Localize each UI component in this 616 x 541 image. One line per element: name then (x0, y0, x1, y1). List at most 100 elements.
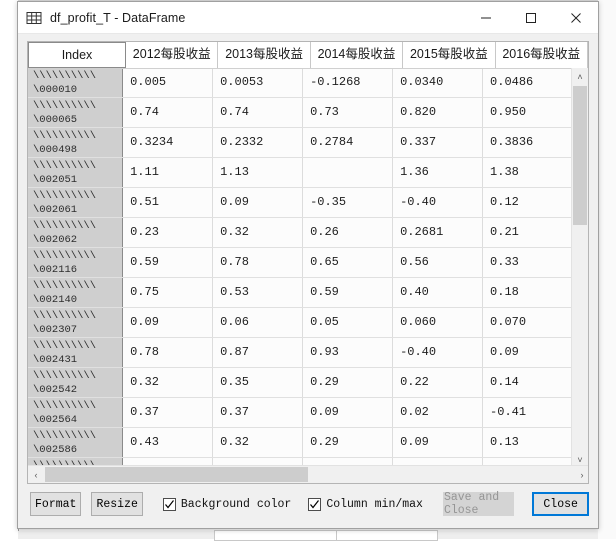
cell-r7-c2[interactable]: 0.59 (303, 278, 394, 307)
cell-r2-c1[interactable]: 0.2332 (213, 128, 304, 157)
cell-r4-c0[interactable]: 0.51 (123, 188, 214, 217)
cell-r9-c2[interactable]: 0.93 (303, 338, 394, 367)
row-index-cell[interactable]: \\\\\\\\\\ \002116 (28, 248, 124, 277)
vertical-scrollbar-thumb[interactable] (573, 86, 587, 225)
cell-r1-c2[interactable]: 0.73 (303, 98, 394, 127)
cell-r6-c1[interactable]: 0.78 (213, 248, 304, 277)
window-titlebar[interactable]: df_profit_T - DataFrame (18, 2, 598, 34)
cell-r10-c1[interactable]: 0.35 (213, 368, 304, 397)
cell-r9-c0[interactable]: 0.78 (123, 338, 214, 367)
scroll-right-icon[interactable]: › (574, 466, 588, 483)
cell-r3-c3[interactable]: 1.36 (393, 158, 484, 187)
table-row[interactable]: \\\\\\\\\\ \002564 0.37 0.37 0.09 0.02 -0.41 (28, 398, 573, 428)
table-row[interactable]: \\\\\\\\\\ \002062 0.23 0.32 0.26 0.2681 0.21 (28, 218, 573, 248)
cell-r3-c2[interactable] (303, 158, 394, 187)
cell-r4-c4[interactable]: 0.12 (483, 188, 573, 217)
scroll-up-icon[interactable]: ˄ (572, 68, 588, 85)
cell-r8-c1[interactable]: 0.06 (213, 308, 304, 337)
cell-r9-c1[interactable]: 0.87 (213, 338, 304, 367)
column-header-3[interactable]: 2015每股收益 (403, 42, 496, 68)
cell-r9-c3[interactable]: -0.40 (393, 338, 484, 367)
table-row[interactable]: \\\\\\\\\\ \002586 0.43 0.32 0.29 0.09 0.13 (28, 428, 573, 458)
format-button[interactable]: Format (30, 492, 82, 516)
horizontal-scrollbar[interactable]: ‹ › (28, 465, 588, 483)
cell-r7-c0[interactable]: 0.75 (123, 278, 214, 307)
row-index-cell[interactable]: \\\\\\\\\\ \002307 (28, 308, 124, 337)
table-row[interactable]: \\\\\\\\\\ \000010 0.005 0.0053 -0.1268 0.03… (28, 68, 573, 98)
cell-r1-c4[interactable]: 0.950 (483, 98, 573, 127)
maximize-button[interactable] (508, 2, 553, 33)
cell-r6-c0[interactable]: 0.59 (123, 248, 214, 277)
column-header-1[interactable]: 2013每股收益 (218, 42, 311, 68)
cell-r4-c1[interactable]: 0.09 (213, 188, 304, 217)
cell-r11-c4[interactable]: -0.41 (483, 398, 573, 427)
row-index-cell[interactable]: \\\\\\\\\\ \000065 (28, 98, 124, 127)
cell-r4-c3[interactable]: -0.40 (393, 188, 484, 217)
cell-r6-c4[interactable]: 0.33 (483, 248, 573, 277)
table-row[interactable]: \\\\\\\\\\ \002116 0.59 0.78 0.65 0.56 0.33 (28, 248, 573, 278)
cell-r2-c2[interactable]: 0.2784 (303, 128, 394, 157)
cell-r12-c3[interactable]: 0.09 (393, 428, 484, 457)
cell-r10-c2[interactable]: 0.29 (303, 368, 394, 397)
cell-r12-c2[interactable]: 0.29 (303, 428, 394, 457)
cell-r2-c4[interactable]: 0.3836 (483, 128, 573, 157)
table-body[interactable]: \\\\\\\\\\ \000010 0.005 0.0053 -0.1268 0.03… (28, 68, 573, 468)
cell-r11-c2[interactable]: 0.09 (303, 398, 394, 427)
column-header-index[interactable]: Index (28, 42, 127, 68)
row-index-cell[interactable]: \\\\\\\\\\ \000010 (28, 68, 124, 97)
table-row[interactable]: \\\\\\\\\\ \002307 0.09 0.06 0.05 0.060 0.070 (28, 308, 573, 338)
column-header-2[interactable]: 2014每股收益 (310, 42, 404, 68)
cell-r2-c0[interactable]: 0.3234 (123, 128, 214, 157)
cell-r8-c3[interactable]: 0.060 (393, 308, 484, 337)
cell-r1-c0[interactable]: 0.74 (123, 98, 214, 127)
close-window-button[interactable] (553, 2, 598, 33)
table-row[interactable]: \\\\\\\\\\ \002542 0.32 0.35 0.29 0.22 0.14 (28, 368, 573, 398)
cell-r4-c2[interactable]: -0.35 (303, 188, 394, 217)
cell-r6-c3[interactable]: 0.56 (393, 248, 484, 277)
cell-r0-c4[interactable]: 0.0486 (483, 68, 573, 97)
cell-r5-c1[interactable]: 0.32 (213, 218, 304, 247)
cell-r5-c4[interactable]: 0.21 (483, 218, 573, 247)
cell-r7-c4[interactable]: 0.18 (483, 278, 573, 307)
background-color-checkbox[interactable]: Background color (162, 497, 291, 511)
resize-button[interactable]: Resize (91, 492, 143, 516)
row-index-cell[interactable]: \\\\\\\\\\ \002542 (28, 368, 124, 397)
table-row[interactable]: \\\\\\\\\\ \000498 0.3234 0.2332 0.2784 0.33… (28, 128, 573, 158)
row-index-cell[interactable]: \\\\\\\\\\ \002564 (28, 398, 124, 427)
cell-r5-c2[interactable]: 0.26 (303, 218, 394, 247)
horizontal-scrollbar-thumb[interactable] (45, 467, 308, 482)
table-row[interactable]: \\\\\\\\\\ \002061 0.51 0.09 -0.35 -0.40 0.12 (28, 188, 573, 218)
column-minmax-checkbox[interactable]: Column min/max (308, 497, 423, 511)
cell-r0-c1[interactable]: 0.0053 (213, 68, 304, 97)
row-index-cell[interactable]: \\\\\\\\\\ \002586 (28, 428, 124, 457)
column-header-4[interactable]: 2016每股收益 (495, 42, 588, 68)
cell-r12-c4[interactable]: 0.13 (483, 428, 573, 457)
table-row[interactable]: \\\\\\\\\\ \002051 1.11 1.13 1.36 1.38 (28, 158, 573, 188)
cell-r3-c0[interactable]: 1.11 (123, 158, 214, 187)
cell-r12-c1[interactable]: 0.32 (213, 428, 304, 457)
cell-r0-c0[interactable]: 0.005 (123, 68, 214, 97)
row-index-cell[interactable]: \\\\\\\\\\ \002140 (28, 278, 124, 307)
table-row[interactable]: \\\\\\\\\\ \002140 0.75 0.53 0.59 0.40 0.18 (28, 278, 573, 308)
close-button[interactable]: Close (532, 492, 589, 516)
cell-r10-c3[interactable]: 0.22 (393, 368, 484, 397)
vertical-scrollbar[interactable]: ˄ ˅ (571, 68, 588, 483)
cell-r11-c3[interactable]: 0.02 (393, 398, 484, 427)
cell-r8-c0[interactable]: 0.09 (123, 308, 214, 337)
row-index-cell[interactable]: \\\\\\\\\\ \002051 (28, 158, 124, 187)
cell-r5-c0[interactable]: 0.23 (123, 218, 214, 247)
table-row[interactable]: \\\\\\\\\\ \000065 0.74 0.74 0.73 0.820 0.950 (28, 98, 573, 128)
cell-r0-c3[interactable]: 0.0340 (393, 68, 484, 97)
minimize-button[interactable] (463, 2, 508, 33)
cell-r11-c1[interactable]: 0.37 (213, 398, 304, 427)
cell-r6-c2[interactable]: 0.65 (303, 248, 394, 277)
row-index-cell[interactable]: \\\\\\\\\\ \002431 (28, 338, 124, 367)
table-row[interactable]: \\\\\\\\\\ \002431 0.78 0.87 0.93 -0.40 0.09 (28, 338, 573, 368)
cell-r10-c4[interactable]: 0.14 (483, 368, 573, 397)
cell-r10-c0[interactable]: 0.32 (123, 368, 214, 397)
row-index-cell[interactable]: \\\\\\\\\\ \002062 (28, 218, 124, 247)
cell-r0-c2[interactable]: -0.1268 (303, 68, 394, 97)
column-header-0[interactable]: 2012每股收益 (126, 42, 219, 68)
cell-r7-c3[interactable]: 0.40 (393, 278, 484, 307)
cell-r7-c1[interactable]: 0.53 (213, 278, 304, 307)
